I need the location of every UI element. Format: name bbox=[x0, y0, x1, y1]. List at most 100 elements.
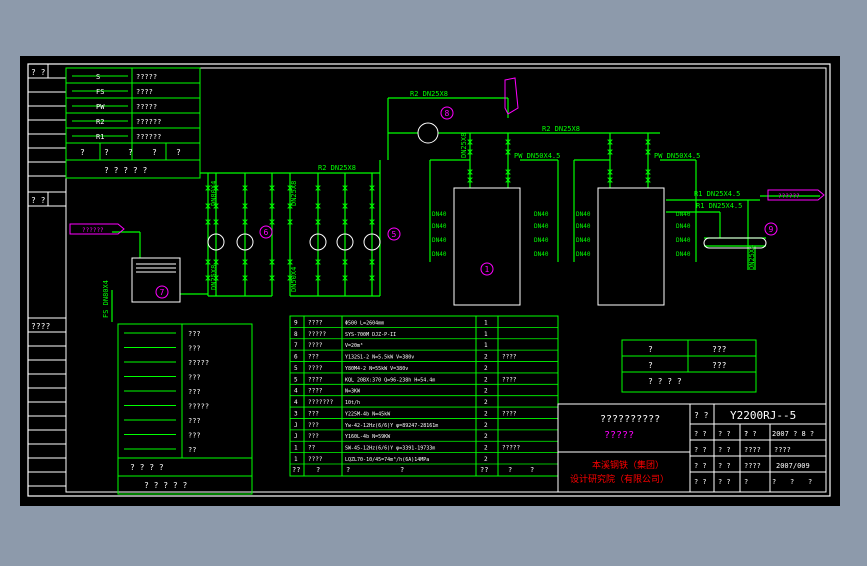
equipment-qty: 2 bbox=[484, 365, 488, 372]
equipment-qty: 1 bbox=[484, 342, 488, 349]
equipment-name: ??? bbox=[308, 354, 319, 361]
dn40-label: DN40 bbox=[432, 223, 447, 230]
equipment-name: ??? bbox=[308, 422, 319, 429]
equipment-qty: 2 bbox=[484, 422, 488, 429]
symbol-label: ??? bbox=[188, 345, 201, 353]
title-block-cell: ? ? bbox=[718, 446, 731, 454]
symbol-label: ??? bbox=[188, 374, 201, 382]
margin-label-low: ???? bbox=[31, 322, 50, 331]
equipment-no: J bbox=[294, 433, 298, 440]
dn40-label: DN40 bbox=[534, 251, 549, 258]
equipment-footer-cell: ? bbox=[346, 466, 350, 474]
symbol-label: ?? bbox=[188, 446, 196, 454]
equipment-no: 4 bbox=[294, 399, 298, 406]
equipment-note: ????? bbox=[502, 445, 520, 452]
equipment-qty: 1 bbox=[484, 319, 488, 326]
equipment-name: ????? bbox=[308, 331, 326, 338]
legend-code: R2 bbox=[96, 118, 104, 126]
title-block-cell: ???? bbox=[774, 446, 791, 454]
equipment-note: ???? bbox=[502, 354, 517, 361]
equipment-footer-cell: ? bbox=[508, 466, 512, 474]
label-riser-a: DN25X8 bbox=[210, 265, 218, 290]
symbol-label: ??? bbox=[188, 432, 201, 440]
symbol-label: ??? bbox=[188, 388, 201, 396]
equipment-name: ??????? bbox=[308, 399, 334, 406]
equipment-spec: 10t/h bbox=[345, 400, 360, 406]
legend-desc: ????? bbox=[136, 103, 157, 111]
callout-number: 5 bbox=[392, 230, 397, 239]
equipment-name: ??? bbox=[308, 410, 319, 417]
equipment-spec: KQL 20BX:370 Q=96-238h H=54.4m bbox=[345, 377, 435, 383]
label-riser-b: DN25X8 bbox=[290, 181, 298, 206]
label-fs-left: FS DN80X4 bbox=[102, 280, 110, 318]
title-block-cell: ???? bbox=[744, 446, 761, 454]
equipment-no: 1 bbox=[294, 456, 298, 463]
equipment-spec: Y132S1-2 N=5.5kW V=380v bbox=[345, 355, 414, 361]
equipment-name: ???? bbox=[308, 376, 323, 383]
dn40-label: DN40 bbox=[676, 251, 691, 258]
title-project: ?????????? bbox=[600, 414, 660, 425]
equipment-no: 4 bbox=[294, 388, 298, 395]
equipment-spec: SYS-700M DJZ-P-II bbox=[345, 332, 396, 338]
title-block-cell: ? ? bbox=[694, 478, 707, 486]
equipment-no: 6 bbox=[294, 354, 298, 361]
dn40-label: DN40 bbox=[676, 211, 691, 218]
title-block-cell: ? ? bbox=[718, 478, 731, 486]
equipment-no: J bbox=[294, 422, 298, 429]
equipment-note: ???? bbox=[502, 376, 517, 383]
equipment-qty: 2 bbox=[484, 410, 488, 417]
title-block-cell: ? ? bbox=[718, 430, 731, 438]
label-r2-top: R2 DN25X8 bbox=[410, 90, 448, 98]
equipment-footer-cell: ?? bbox=[480, 466, 488, 474]
callout-number: 1 bbox=[485, 265, 490, 274]
equipment-spec: N=3KW bbox=[345, 389, 361, 395]
company-line-2: 设计研究院（有限公司） bbox=[570, 473, 669, 485]
symbol-label: ????? bbox=[188, 403, 209, 411]
legend-code: FS bbox=[96, 88, 104, 96]
legend-code: R1 bbox=[96, 133, 104, 141]
label-riser-c: DN50X4 bbox=[290, 267, 298, 292]
title-block-cell: ? ? bbox=[744, 430, 757, 438]
drawing-number: Y2200RJ--5 bbox=[730, 409, 796, 422]
dn40-label: DN40 bbox=[676, 223, 691, 230]
small-table-cell: ? bbox=[648, 345, 653, 354]
equipment-qty: 2 bbox=[484, 354, 488, 361]
equipment-spec: Φ500 L=2604mm bbox=[345, 320, 384, 326]
label-riser-e: DN25X4 bbox=[748, 245, 756, 270]
dn40-label: DN40 bbox=[534, 237, 549, 244]
title-block-cell: ? bbox=[808, 478, 812, 486]
margin-label-mid: ? ? bbox=[31, 196, 46, 205]
callout-number: 7 bbox=[160, 288, 165, 297]
title-block-cell: ???? bbox=[744, 462, 761, 470]
equipment-no: 9 bbox=[294, 319, 298, 326]
equipment-name: ??? bbox=[308, 433, 319, 440]
title-block-cell: 2007 ? 8 ? bbox=[772, 430, 814, 438]
title-block-cell: ? ? bbox=[694, 430, 707, 438]
equipment-spec: V=20m³ bbox=[345, 343, 363, 349]
label-pw-left: PW DN50X4.5 bbox=[514, 152, 560, 160]
dn40-label: DN40 bbox=[676, 237, 691, 244]
equipment-no: 5 bbox=[294, 365, 298, 372]
outlet-arrow-label: ?????? bbox=[778, 193, 800, 200]
equipment-footer-cell: ? bbox=[316, 466, 320, 474]
title-block-cell: ? ? bbox=[718, 462, 731, 470]
label-r1-b: R1 DN25X4.5 bbox=[696, 202, 742, 210]
inlet-arrow-label: ?????? bbox=[82, 227, 104, 234]
equipment-spec: SW-45-12Hz(6/6)Y φ=3391-19733m bbox=[345, 446, 435, 452]
equipment-no: 5 bbox=[294, 376, 298, 383]
dn40-label: DN40 bbox=[432, 237, 447, 244]
legend-code: PW bbox=[96, 103, 105, 111]
small-table-cell: ? bbox=[648, 361, 653, 370]
equipment-name: ???? bbox=[308, 319, 323, 326]
margin-label-top: ? ? bbox=[31, 68, 46, 77]
label-pw-right: PW DN50X4.5 bbox=[654, 152, 700, 160]
equipment-qty: 1 bbox=[484, 331, 488, 338]
equipment-qty: 2 bbox=[484, 399, 488, 406]
equipment-footer-cell: ?? bbox=[292, 466, 300, 474]
small-table-cell: ??? bbox=[712, 345, 727, 354]
equipment-spec: Y225M-4b N=45kW bbox=[345, 411, 391, 417]
title-block-cell: ? ? bbox=[694, 446, 707, 454]
legend-code: S bbox=[96, 73, 100, 81]
cad-canvas: ? ? ? ? ???? S????? FS???? PW????? R2??????… bbox=[0, 0, 867, 562]
equipment-footer-cell: ? bbox=[400, 466, 404, 474]
